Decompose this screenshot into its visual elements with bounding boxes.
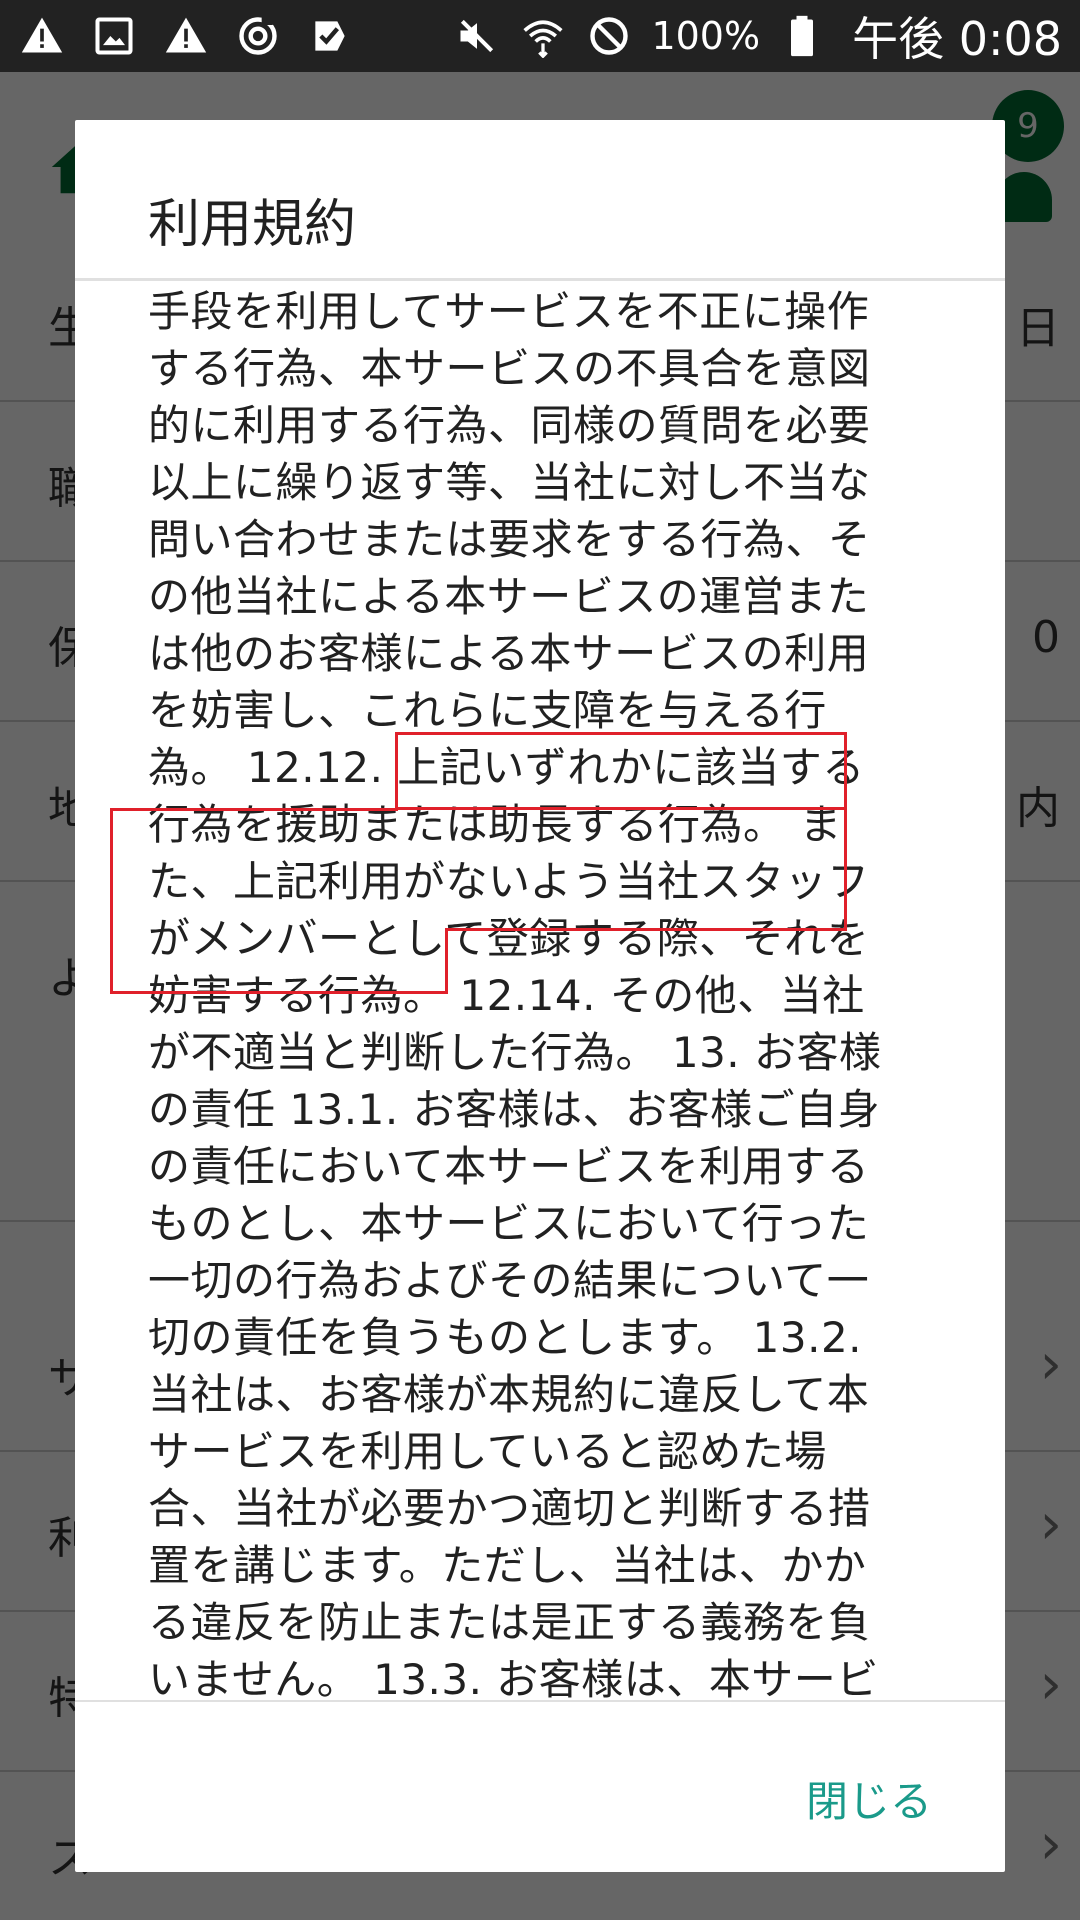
warning-icon (18, 12, 66, 60)
terms-line: 置を講じます。ただし、当社は、かか (148, 1541, 867, 1590)
terms-line: の責任 13.1. お客様は、お客様ご自身 (148, 1085, 881, 1134)
sync-icon (234, 12, 282, 60)
terms-dialog: 利用規約 手段を利用してサービスを不正に操作 する行為、本サービスの不具合を意図… (75, 120, 1005, 1872)
terms-line: サービスを利用していると認めた場 (148, 1427, 827, 1476)
terms-line: る違反を防止または是正する義務を負 (148, 1598, 871, 1647)
terms-line: は他のお客様による本サービスの利用 (148, 629, 870, 678)
terms-line: 的に利用する行為、同様の質問を必要 (148, 401, 871, 450)
terms-line: する行為、本サービスの不具合を意図 (148, 344, 871, 393)
terms-line: 切の責任を負うものとします。 13.2. (148, 1313, 863, 1362)
terms-line: いません。 13.3. お客様は、本サービ (148, 1655, 879, 1698)
task-done-icon (306, 12, 354, 60)
terms-line: の他当社による本サービスの運営また (148, 572, 870, 621)
terms-text: 手段を利用してサービスを不正に操作 する行為、本サービスの不具合を意図 的に利用… (148, 283, 938, 1698)
terms-line: がメンバーとして登録する際、それを (148, 914, 870, 963)
battery-icon (778, 12, 826, 60)
terms-line: 手段を利用してサービスを不正に操作 (148, 287, 870, 336)
terms-line: の責任において本サービスを利用する (148, 1142, 870, 1191)
terms-scroll-area[interactable]: 手段を利用してサービスを不正に操作 する行為、本サービスの不具合を意図 的に利用… (148, 283, 938, 1698)
dialog-title: 利用規約 (148, 195, 357, 255)
terms-line: 以上に繰り返す等、当社に対し不当な (148, 458, 871, 507)
clock: 午後 0:08 (852, 12, 1062, 66)
terms-line: た、上記利用がないよう当社スタッフ (148, 857, 870, 906)
notification-icons (18, 12, 354, 60)
system-icons: 100% 午後 0:08 (453, 3, 1062, 69)
terms-line: ものとし、本サービスにおいて行った (148, 1199, 870, 1248)
status-bar: 100% 午後 0:08 (0, 0, 1080, 72)
terms-line: 合、当社が必要かつ適切と判断する措 (148, 1484, 871, 1533)
terms-line: 為。 12.12. 上記いずれかに該当する (148, 743, 865, 792)
terms-line: が不適当と判断した行為。 13. お客様 (148, 1028, 882, 1077)
warning-icon (162, 12, 210, 60)
do-not-disturb-icon (585, 12, 633, 60)
terms-line: 一切の行為およびその結果について一 (148, 1256, 870, 1305)
terms-line: 行為を援助または助長する行為。 ま (148, 800, 842, 849)
terms-line: 妨害する行為。 12.14. その他、当社 (148, 971, 865, 1020)
mute-icon (453, 12, 501, 60)
terms-line: 当社は、お客様が本規約に違反して本 (148, 1370, 870, 1419)
wifi-icon (519, 12, 567, 60)
divider (75, 278, 1005, 281)
terms-line: 問い合わせまたは要求をする行為、そ (148, 515, 871, 564)
terms-line: を妨害し、これらに支障を与える行 (148, 686, 827, 735)
close-button[interactable]: 閉じる (806, 1768, 932, 1829)
battery-percent: 100% (651, 14, 761, 58)
image-icon (90, 12, 138, 60)
divider (75, 1700, 1005, 1702)
